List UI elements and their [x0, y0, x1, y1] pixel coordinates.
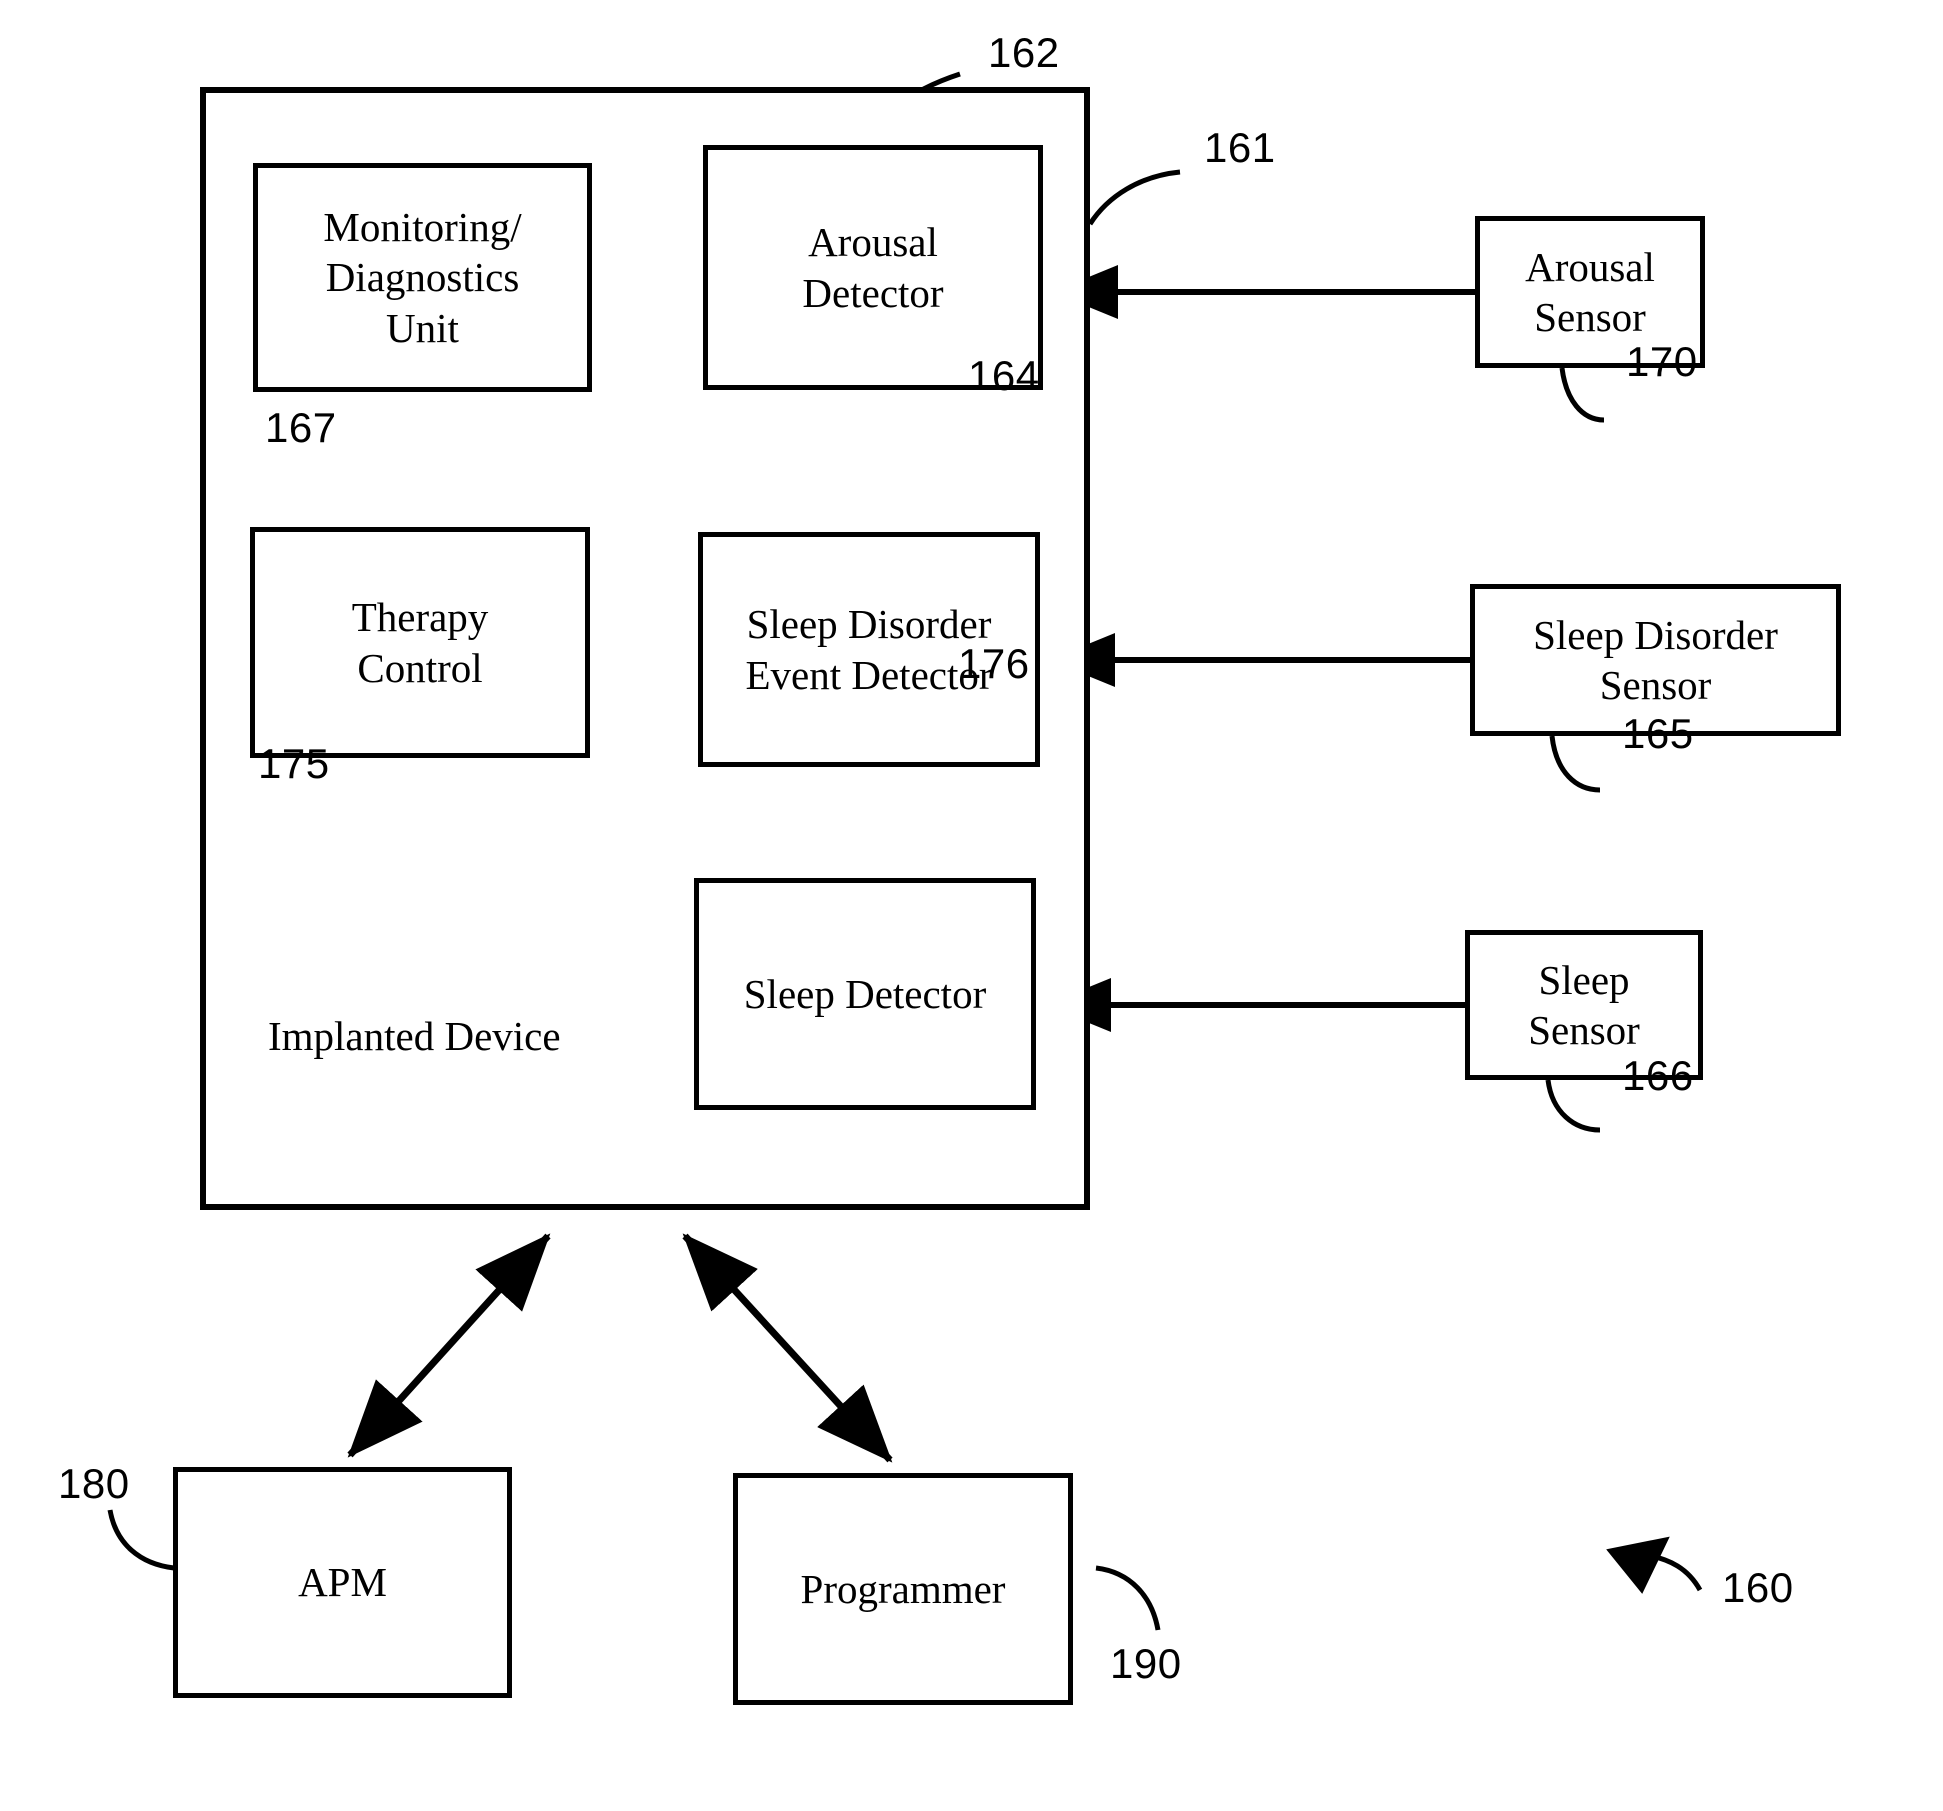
- ref-175: 175: [258, 740, 330, 787]
- implanted-device-label: Implanted Device: [268, 1013, 561, 1059]
- ref-164: 164: [968, 352, 1040, 399]
- arousal-sensor-line-2: Sensor: [1534, 294, 1646, 340]
- sleep-disorder-event-detector-line-1: Sleep Disorder: [746, 601, 992, 648]
- sleep-detector-box: Sleep Detector: [694, 878, 1036, 1110]
- leader-180: [107, 1509, 175, 1571]
- arousal-detector-line-1: Arousal: [808, 219, 938, 266]
- ref-165: 165: [1622, 710, 1694, 757]
- arrowhead-160: [1606, 1536, 1670, 1594]
- ref-161: 161: [1204, 124, 1276, 171]
- sleep-disorder-event-detector-line-2: Event Detector: [745, 651, 993, 698]
- sleep-detector-line-1: Sleep Detector: [743, 970, 987, 1017]
- sleep-sensor-line-2: Sensor: [1528, 1007, 1640, 1053]
- ref-190: 190: [1110, 1640, 1182, 1687]
- arousal-sensor-line-1: Arousal: [1525, 243, 1655, 290]
- ref-180: 180: [58, 1460, 130, 1507]
- arrow-device-to-programmer: [682, 1233, 893, 1463]
- ref-167: 167: [265, 404, 337, 451]
- ref-166: 166: [1622, 1052, 1694, 1099]
- sleep-disorder-sensor-line-1: Sleep Disorder: [1533, 611, 1778, 658]
- leader-190: [1095, 1565, 1161, 1631]
- apm-line-1: APM: [298, 1559, 387, 1606]
- leader-161: [1087, 169, 1181, 226]
- programmer-box: Programmer: [733, 1473, 1073, 1705]
- ref-170: 170: [1626, 338, 1698, 385]
- monitoring-diagnostics-unit-line-1: Monitoring/: [323, 204, 522, 251]
- monitoring-diagnostics-unit-box: Monitoring/ Diagnostics Unit: [253, 163, 592, 392]
- sleep-sensor-line-1: Sleep: [1538, 956, 1630, 1003]
- therapy-control-box: Therapy Control: [250, 527, 590, 758]
- programmer-line-1: Programmer: [800, 1565, 1006, 1612]
- sleep-disorder-sensor-line-2: Sensor: [1599, 662, 1712, 708]
- ref-162: 162: [988, 29, 1060, 76]
- leader-170: [1559, 367, 1605, 423]
- apm-box: APM: [173, 1467, 512, 1698]
- monitoring-diagnostics-unit-line-3: Unit: [386, 304, 459, 351]
- patent-figure-canvas: Implanted Device Monitoring/ Diagnostics…: [0, 0, 1943, 1811]
- leader-166: [1545, 1079, 1601, 1133]
- arousal-detector-line-2: Detector: [802, 269, 944, 316]
- therapy-control-line-1: Therapy: [351, 594, 489, 641]
- leader-160: [1633, 1551, 1703, 1592]
- ref-176: 176: [958, 640, 1030, 687]
- therapy-control-line-2: Control: [357, 644, 483, 691]
- arrow-device-to-apm: [347, 1233, 551, 1458]
- ref-160: 160: [1722, 1564, 1794, 1611]
- leader-165: [1549, 735, 1601, 793]
- monitoring-diagnostics-unit-line-2: Diagnostics: [325, 254, 520, 301]
